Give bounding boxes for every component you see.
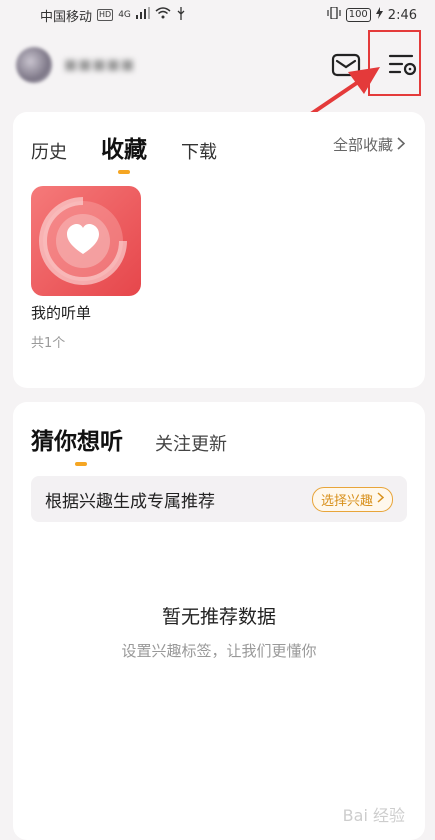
choose-interest-button[interactable]: 选择兴趣 xyxy=(311,486,393,512)
hd-badge: HD xyxy=(97,9,114,21)
status-left: 中国移动 HD 4G xyxy=(40,6,186,25)
favorites-card: 历史 收藏 下载 全部收藏 我的听单 共1个 xyxy=(13,112,425,388)
username[interactable]: ■■■■■ xyxy=(64,57,135,73)
chevron-right-icon xyxy=(377,491,385,507)
tab-guess-you-like[interactable]: 猜你想听 xyxy=(31,422,123,466)
status-bar: 中国移动 HD 4G 100 2:46 xyxy=(0,0,435,30)
tab-history[interactable]: 历史 xyxy=(31,138,67,164)
tab-downloads[interactable]: 下载 xyxy=(181,138,217,164)
all-favorites-link[interactable]: 全部收藏 xyxy=(332,134,406,155)
carrier-label: 中国移动 xyxy=(40,9,93,25)
recommend-card: 猜你想听 关注更新 根据兴趣生成专属推荐 选择兴趣 暂无推荐数据 设置兴趣标签，… xyxy=(13,402,425,840)
favorites-tabs: 历史 收藏 下载 xyxy=(31,130,217,164)
empty-state-title: 暂无推荐数据 xyxy=(161,606,276,628)
battery-indicator: 100 xyxy=(345,8,371,22)
heart-playlist-icon xyxy=(31,197,141,296)
empty-state-subtitle: 设置兴趣标签，让我们更懂你 xyxy=(121,642,317,660)
usb-icon xyxy=(176,6,186,24)
charging-icon xyxy=(375,7,383,23)
tab-follow-updates[interactable]: 关注更新 xyxy=(155,430,227,456)
playlist-cover[interactable] xyxy=(31,186,141,296)
playlist-title[interactable]: 我的听单 xyxy=(31,302,91,323)
tab-favorites[interactable]: 收藏 xyxy=(101,130,147,164)
clock: 2:46 xyxy=(387,7,417,23)
signal-icon xyxy=(135,7,150,23)
choose-interest-label: 选择兴趣 xyxy=(320,493,373,509)
vibrate-icon xyxy=(327,6,341,23)
chevron-right-icon xyxy=(397,136,406,154)
watermark: Bai 经验 xyxy=(342,806,405,825)
network-label: 4G xyxy=(118,10,131,20)
status-right: 100 2:46 xyxy=(327,6,417,23)
wifi-icon xyxy=(155,7,171,23)
interest-text: 根据兴趣生成专属推荐 xyxy=(45,491,215,512)
interest-banner: 根据兴趣生成专属推荐 选择兴趣 xyxy=(31,476,407,522)
avatar[interactable] xyxy=(16,47,52,83)
playlist-count: 共1个 xyxy=(31,336,66,351)
all-favorites-label: 全部收藏 xyxy=(332,136,393,154)
recommend-tabs: 猜你想听 关注更新 xyxy=(31,422,227,466)
